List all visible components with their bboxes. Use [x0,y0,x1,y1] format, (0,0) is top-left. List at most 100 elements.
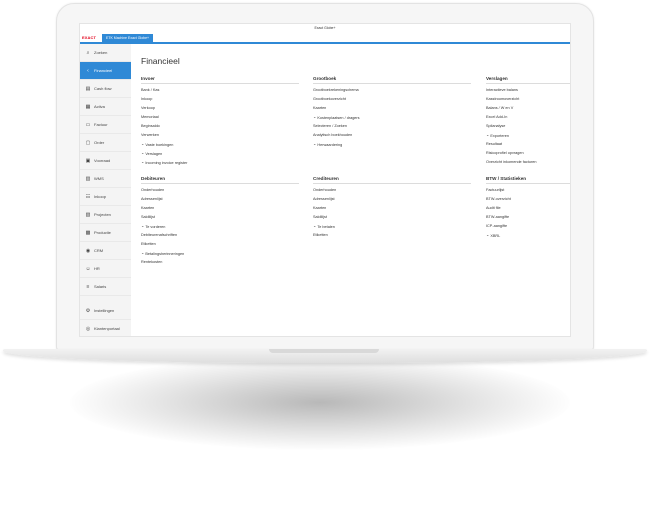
menu-link-kasstroomoverzicht[interactable]: Kasstroomoverzicht [486,95,570,104]
menu-link-selecteren-zoeken[interactable]: Selecteren / Zoeken [313,122,473,131]
menu-link-overzicht-inkomende-facturen[interactable]: Overzicht inkomende facturen [486,158,570,167]
sidebar-item-hr[interactable]: ☺ HR [80,260,131,278]
app-screen: Exact Globe+ EXACT ETK Machine Exact Glo… [79,23,571,337]
cart-icon: ☷ [85,193,91,200]
sidebar-item-label: Salaris [94,284,107,289]
menu-link-saldilijst[interactable]: Saldilijst [141,213,301,222]
menu-link-factuurlijst[interactable]: Factuurlijst [486,186,570,195]
menu-link-grootboekoverzicht[interactable]: Grootboekoverzicht [313,95,473,104]
sidebar-item-label: Zoeken [94,50,108,55]
menu-link-exporteren[interactable]: Exporteren [486,131,570,140]
menu-link-rentekosten[interactable]: Rentekosten [141,258,301,267]
menu-link-etiketten[interactable]: Etiketten [313,231,473,240]
menu-link-saldilijst[interactable]: Saldilijst [313,213,473,222]
menu-link-icp-aangifte[interactable]: ICP-aangifte [486,222,570,231]
menu-link-audit-file[interactable]: Audit file [486,204,570,213]
sidebar-item-klantenportaal[interactable]: ◎ Klantenportaal [80,320,131,336]
menu-link-inkoop[interactable]: Inkoop [141,95,301,104]
sidebar-item-zoeken[interactable]: ⌕ Zoeken [80,44,131,62]
menu-link-kaarten[interactable]: Kaarten [313,104,473,113]
menu-link-adressenlijst[interactable]: Adressenlijst [141,195,301,204]
section-divider [313,83,471,84]
sidebar-item-voorraad[interactable]: ▣ Voorraad [80,152,131,170]
section-crediteuren: Crediteuren Onderhouden Adressenlijst Kaart… [313,176,473,240]
menu-link-adressenlijst[interactable]: Adressenlijst [313,195,473,204]
menu-link-verkoop[interactable]: Verkoop [141,104,301,113]
section-title: Crediteuren [313,176,339,181]
sidebar-item-label: Order [94,140,105,145]
sidebar-item-factuur[interactable]: ▭ Factuur [80,116,131,134]
sidebar-item-projecten[interactable]: ▧ Projecten [80,206,131,224]
section-divider [141,83,299,84]
menu-link-grootboekrekeningschema[interactable]: Grootboekrekeningschema [313,86,473,95]
section-title: BTW / Statistieken [486,176,527,181]
section-title: Verslagen [486,76,508,81]
menu-link-beginsaldo[interactable]: Beginsaldo [141,122,301,131]
menu-link-verwerken[interactable]: Verwerken [141,131,301,140]
menu-link-verslagen[interactable]: Verslagen [141,149,301,158]
menu-link-etiketten[interactable]: Etiketten [141,240,301,249]
menu-link-onderhouden[interactable]: Onderhouden [313,186,473,195]
section-divider [486,83,570,84]
menu-link-balans-w-en-v[interactable]: Balans / W en V [486,104,570,113]
tab-machine[interactable]: ETK Machine Exact Globe+ [102,34,154,42]
menu-link-spilanalyse[interactable]: Spilanalyse [486,122,570,131]
menu-link-vaste-boekingen[interactable]: Vaste boekingen [141,140,301,149]
sidebar-item-label: Instellingen [94,308,115,313]
portal-icon: ◎ [85,325,91,332]
menu-link-te-vorderen[interactable]: Te vorderen [141,222,301,231]
sidebar-item-label: HR [94,266,100,271]
sidebar-item-label: WMS [94,176,104,181]
menu-link-btw-overzicht[interactable]: BTW-overzicht [486,195,570,204]
search-icon: ⌕ [86,49,90,56]
sidebar-item-inkoop[interactable]: ☷ Inkoop [80,188,131,206]
gear-icon: ⚙ [85,307,91,314]
crm-icon: ◉ [85,247,91,254]
menu-link-debiteurenafschriften[interactable]: Debiteurenafschriften [141,231,301,240]
section-invoer: Invoer Bank / Kas Inkoop Verkoop Memoriaal Be… [141,76,301,167]
menu-link-incoming-invoice-register[interactable]: Incoming invoice register [141,158,301,167]
menu-link-kaarten[interactable]: Kaarten [313,204,473,213]
chevron-left-icon: ‹ [87,67,89,74]
laptop-shadow [70,355,570,450]
tab-bar: EXACT ETK Machine Exact Globe+ [80,33,570,44]
salary-icon: ≡ [86,283,90,290]
menu-link-bank-kas[interactable]: Bank / Kas [141,86,301,95]
menu-link-te-betalen[interactable]: Te betalen [313,222,473,231]
section-title: Invoer [141,76,155,81]
section-btw-statistieken: BTW / Statistieken Factuurlijst BTW-overzi… [486,176,570,240]
window-title: Exact Globe+ [80,24,570,33]
sidebar-item-activa[interactable]: ▦ Activa [80,98,131,116]
menu-link-excel-add-in[interactable]: Excel Add-In [486,113,570,122]
menu-link-kostenplaatsen-dragers[interactable]: Kostenplaatsen / dragers [313,113,473,122]
menu-link-analytisch-boekhouden[interactable]: Analytisch boekhouden [313,131,473,140]
menu-link-betalingsherinneringen[interactable]: Betalingsherinneringen [141,249,301,258]
sidebar-item-cash-flow[interactable]: ▤ Cash flow [80,80,131,98]
menu-link-onderhouden[interactable]: Onderhouden [141,186,301,195]
sidebar-item-salaris[interactable]: ≡ Salaris [80,278,131,296]
menu-link-resultaat[interactable]: Resultaat [486,140,570,149]
sidebar-item-productie[interactable]: ▩ Productie [80,224,131,242]
menu-link-kaarten[interactable]: Kaarten [141,204,301,213]
sidebar-item-label: Factuur [94,122,108,127]
exact-logo: EXACT [82,35,97,40]
sidebar-item-crm[interactable]: ◉ CRM [80,242,131,260]
project-icon: ▧ [85,211,91,218]
section-title: Grootboek [313,76,337,81]
sidebar-item-label: Voorraad [94,158,111,163]
sidebar-item-instellingen[interactable]: ⚙ Instellingen [80,302,131,320]
section-title: Debiteuren [141,176,165,181]
section-verslagen: Verslagen Interactieve balans Kasstroomove… [486,76,570,167]
sidebar-item-order[interactable]: ▢ Order [80,134,131,152]
factory-icon: ▩ [85,229,91,236]
sidebar-item-label: Activa [94,104,105,109]
menu-link-btw-aangifte[interactable]: BTW-aangifte [486,213,570,222]
menu-link-herwaardering[interactable]: Herwaardering [313,140,473,149]
menu-link-interactieve-balans[interactable]: Interactieve balans [486,86,570,95]
menu-link-memoriaal[interactable]: Memoriaal [141,113,301,122]
invoice-icon: ▭ [85,121,91,128]
sidebar-item-wms[interactable]: ▥ WMS [80,170,131,188]
menu-link-xbrl[interactable]: XBRL [486,231,570,240]
menu-link-risicoprofiel-opvragen[interactable]: Risicoprofiel opvragen [486,149,570,158]
sidebar-item-financieel[interactable]: ‹ Financieel [80,62,131,80]
